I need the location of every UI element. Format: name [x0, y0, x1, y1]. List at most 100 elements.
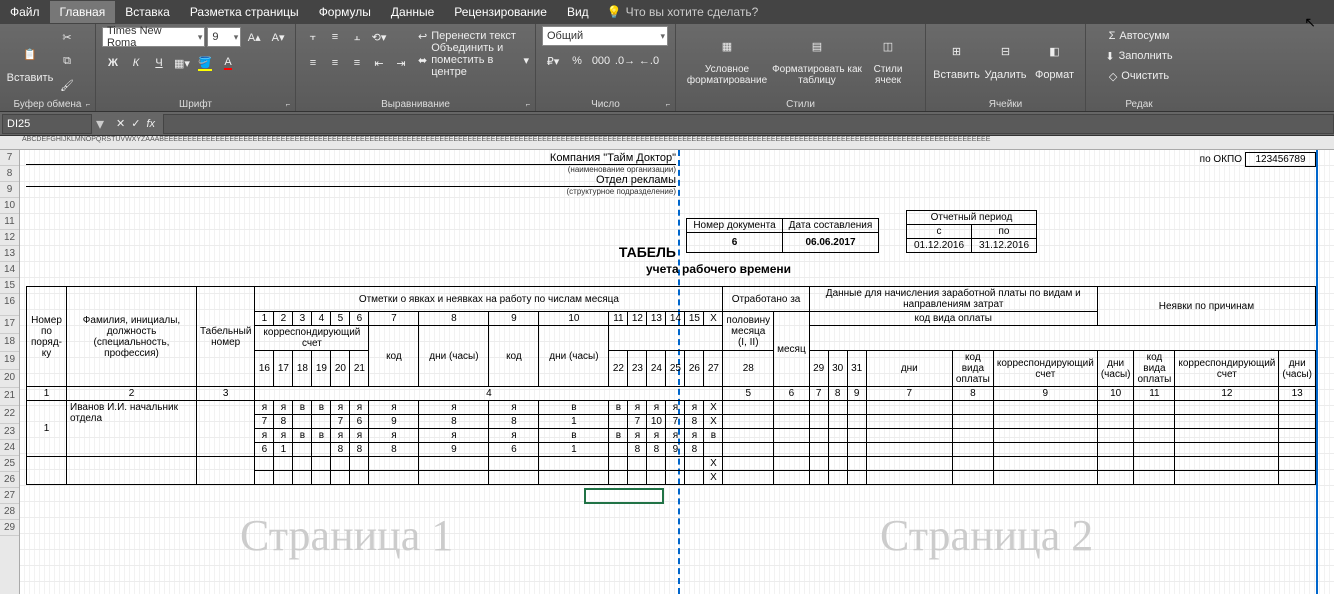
- row-header[interactable]: 26: [0, 472, 19, 488]
- merge-center-button[interactable]: ⬌ Объединить и поместить в центре ▾: [418, 50, 529, 70]
- percent-button[interactable]: %: [567, 51, 587, 71]
- format-table-button[interactable]: ▤ Форматировать как таблицу: [772, 26, 862, 90]
- row-header[interactable]: 29: [0, 520, 19, 536]
- data-cell[interactable]: 9: [419, 443, 489, 457]
- fill-color-button[interactable]: 🪣: [195, 53, 215, 73]
- cut-button[interactable]: ✂: [57, 27, 77, 47]
- row-header[interactable]: 8: [0, 166, 19, 182]
- menu-data[interactable]: Данные: [381, 1, 444, 23]
- data-cell[interactable]: 8: [274, 415, 293, 429]
- data-cell[interactable]: в: [312, 429, 331, 443]
- data-cell[interactable]: 7: [331, 415, 350, 429]
- data-cell[interactable]: 6: [489, 443, 539, 457]
- data-cell[interactable]: 8: [419, 415, 489, 429]
- orientation-button[interactable]: ⟲▾: [369, 27, 389, 47]
- data-cell[interactable]: я: [666, 429, 685, 443]
- data-cell[interactable]: 9: [666, 443, 685, 457]
- font-color-button[interactable]: A: [218, 53, 238, 73]
- data-cell[interactable]: я: [489, 429, 539, 443]
- data-cell[interactable]: 10: [647, 415, 666, 429]
- data-cell[interactable]: я: [489, 401, 539, 415]
- data-cell[interactable]: 8: [331, 443, 350, 457]
- menu-home[interactable]: Главная: [50, 1, 116, 23]
- underline-button[interactable]: Ч: [149, 53, 169, 73]
- data-cell[interactable]: [312, 443, 331, 457]
- data-cell[interactable]: 8: [369, 443, 419, 457]
- column-headers[interactable]: ABCDEFGHIJKLMNOPQRSTUVWXYZAAABEEEEEEEEEE…: [0, 136, 1334, 150]
- borders-button[interactable]: ▦▾: [172, 53, 192, 73]
- data-cell[interactable]: в: [704, 429, 723, 443]
- align-left-button[interactable]: ≡: [303, 53, 323, 73]
- decrease-font-button[interactable]: A▾: [268, 27, 288, 47]
- data-cell[interactable]: я: [369, 429, 419, 443]
- row-header[interactable]: 14: [0, 262, 19, 278]
- data-cell[interactable]: 1: [274, 443, 293, 457]
- department-name[interactable]: Отдел рекламы: [26, 174, 676, 187]
- data-cell[interactable]: в: [609, 401, 628, 415]
- data-cell[interactable]: [609, 415, 628, 429]
- align-center-button[interactable]: ≡: [325, 53, 345, 73]
- row-header[interactable]: 28: [0, 504, 19, 520]
- fill-button[interactable]: ⬇ Заполнить: [1092, 46, 1186, 66]
- date-value[interactable]: 06.06.2017: [783, 233, 879, 253]
- increase-decimal-button[interactable]: .0→: [615, 51, 635, 71]
- number-format-combo[interactable]: Общий: [542, 26, 668, 46]
- copy-button[interactable]: ⧉: [57, 51, 77, 71]
- number-launcher[interactable]: ⌐: [663, 100, 673, 110]
- row-header[interactable]: 17: [0, 316, 19, 334]
- data-cell[interactable]: 6: [350, 415, 369, 429]
- font-size-combo[interactable]: 9: [207, 27, 241, 47]
- autosum-button[interactable]: Σ Автосумм: [1092, 26, 1186, 46]
- data-cell[interactable]: [704, 443, 723, 457]
- menu-insert[interactable]: Вставка: [115, 1, 180, 23]
- format-cells-button[interactable]: ◧ Формат: [1030, 26, 1079, 90]
- data-cell[interactable]: 7: [666, 415, 685, 429]
- data-cell[interactable]: я: [666, 401, 685, 415]
- conditional-format-button[interactable]: ▦ Условное форматирование: [682, 26, 772, 90]
- data-cell[interactable]: я: [419, 429, 489, 443]
- decrease-decimal-button[interactable]: ←.0: [639, 51, 659, 71]
- data-cell[interactable]: в: [539, 401, 609, 415]
- period-from[interactable]: 01.12.2016: [907, 239, 972, 253]
- fx-button[interactable]: fx: [146, 117, 155, 130]
- data-cell[interactable]: я: [331, 429, 350, 443]
- data-cell[interactable]: я: [647, 429, 666, 443]
- row-header[interactable]: 18: [0, 334, 19, 352]
- company-name[interactable]: Компания "Тайм Доктор": [26, 152, 676, 165]
- paste-button[interactable]: 📋 Вставить: [6, 29, 54, 93]
- formula-input[interactable]: [163, 114, 1334, 134]
- data-cell[interactable]: 8: [685, 443, 704, 457]
- menu-formulas[interactable]: Формулы: [309, 1, 381, 23]
- name-box[interactable]: DI25: [2, 114, 92, 134]
- cell-styles-button[interactable]: ◫ Стили ячеек: [862, 26, 914, 90]
- row-header[interactable]: 16: [0, 294, 19, 316]
- menu-file[interactable]: Файл: [0, 1, 50, 23]
- italic-button[interactable]: К: [126, 53, 146, 73]
- increase-indent-button[interactable]: ⇥: [391, 53, 411, 73]
- data-cell[interactable]: в: [293, 401, 312, 415]
- confirm-formula-button[interactable]: ✓: [131, 117, 140, 130]
- align-right-button[interactable]: ≡: [347, 53, 367, 73]
- row-header[interactable]: 23: [0, 424, 19, 440]
- delete-cells-button[interactable]: ⊟ Удалить: [981, 26, 1030, 90]
- insert-cells-button[interactable]: ⊞ Вставить: [932, 26, 981, 90]
- row-header[interactable]: 24: [0, 440, 19, 456]
- alignment-launcher[interactable]: ⌐: [523, 100, 533, 110]
- period-to[interactable]: 31.12.2016: [972, 239, 1037, 253]
- currency-button[interactable]: ₽▾: [543, 51, 563, 71]
- data-cell[interactable]: я: [628, 401, 647, 415]
- font-name-combo[interactable]: Times New Roma: [102, 27, 205, 47]
- data-cell[interactable]: я: [255, 429, 274, 443]
- data-cell[interactable]: я: [274, 401, 293, 415]
- row-tabnum[interactable]: [197, 401, 255, 457]
- row-name[interactable]: Иванов И.И. начальник отдела: [67, 401, 197, 457]
- data-cell[interactable]: [312, 415, 331, 429]
- data-cell[interactable]: в: [609, 429, 628, 443]
- row-header[interactable]: 21: [0, 388, 19, 406]
- row-num[interactable]: 1: [27, 401, 67, 457]
- data-cell[interactable]: 1: [539, 415, 609, 429]
- data-cell[interactable]: в: [312, 401, 331, 415]
- data-cell[interactable]: X: [704, 401, 723, 415]
- data-cell[interactable]: я: [685, 429, 704, 443]
- data-cell[interactable]: я: [274, 429, 293, 443]
